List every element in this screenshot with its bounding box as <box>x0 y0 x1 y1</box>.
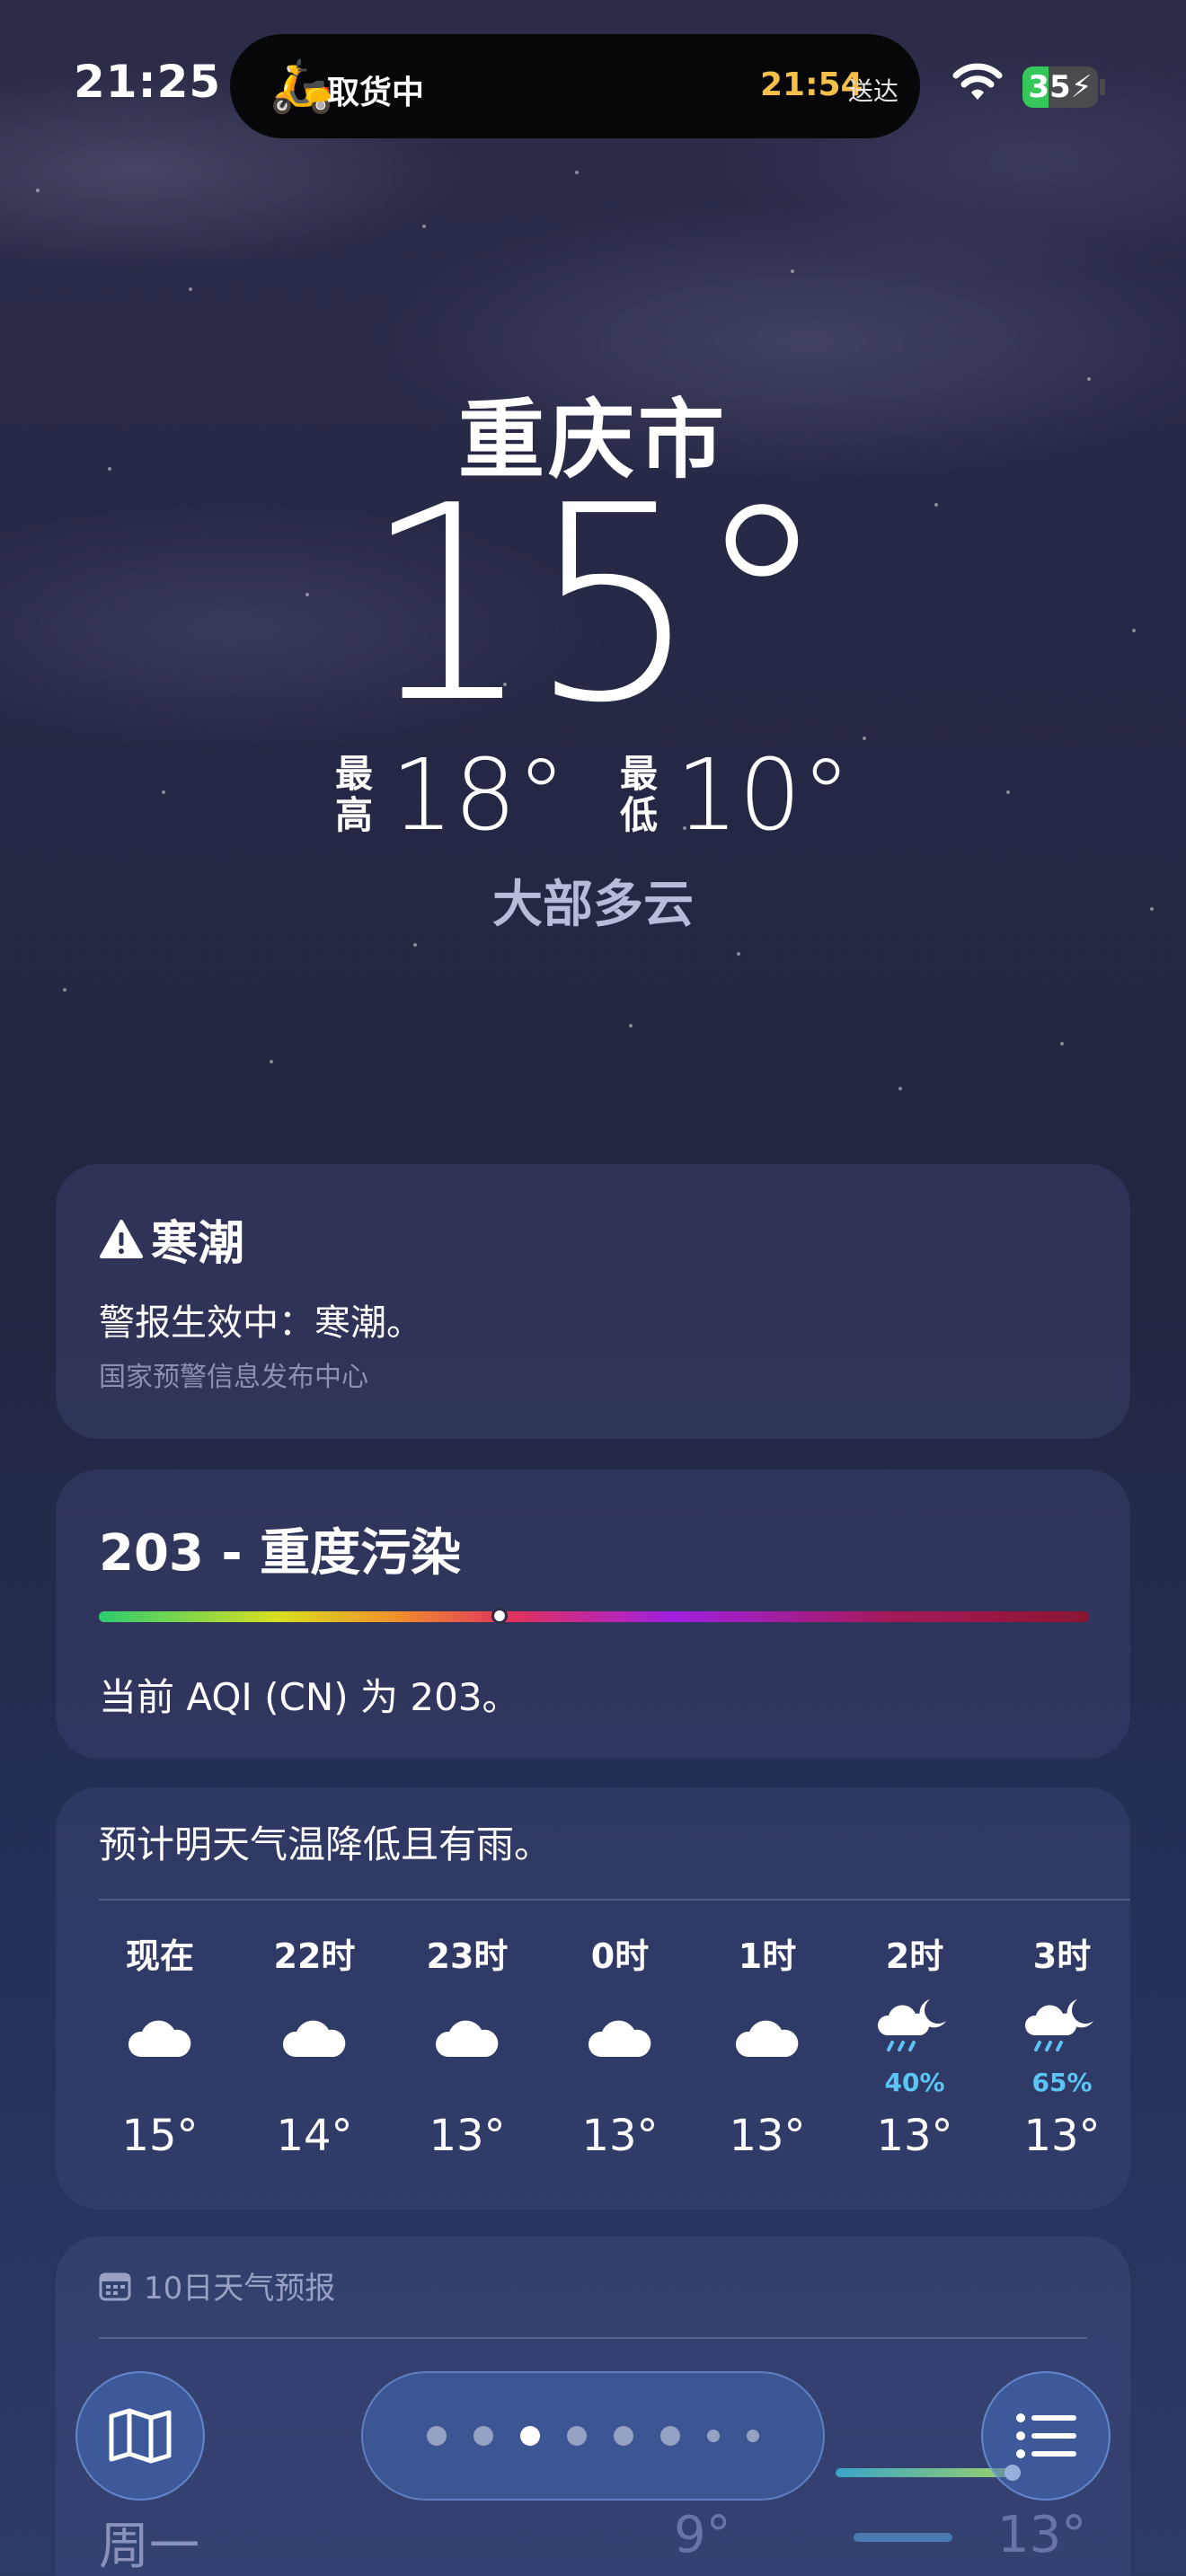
wifi-icon <box>952 63 1003 100</box>
hour-item: 现在 15° <box>88 1931 232 2161</box>
list-icon <box>1016 2413 1076 2458</box>
severe-weather-alert-card[interactable]: 寒潮 警报生效中：寒潮。 国家预警信息发布中心 <box>56 1164 1130 1439</box>
live-activity-status: 取货中 <box>327 75 425 111</box>
high-temperature: 18° <box>391 737 566 852</box>
ten-day-title: 10日天气预报 <box>99 2263 335 2307</box>
hour-item: 23时 13° <box>395 1931 539 2161</box>
page-dot[interactable] <box>707 2430 720 2442</box>
aqi-title: 203 - 重度污染 <box>99 1524 462 1583</box>
day-high-temp: 13° <box>997 2506 1087 2564</box>
aqi-description: 当前 AQI (CN) 为 203。 <box>99 1675 520 1719</box>
hour-item: 3时 65% 13° <box>990 1931 1134 2161</box>
day-label: 周一 <box>99 2518 199 2576</box>
page-dot[interactable] <box>474 2426 493 2446</box>
battery-level-text: 35⚡ <box>1028 69 1093 105</box>
cloud-moon-rain-icon: 40% <box>843 1994 987 2097</box>
cloud-icon <box>395 1994 539 2084</box>
cloud-icon <box>695 1994 839 2084</box>
divider <box>99 1899 1130 1901</box>
hour-item: 2时 40% 13° <box>843 1931 987 2161</box>
high-low-temperatures: 最 高 18° 最 低 10° <box>0 745 1186 844</box>
divider <box>99 2337 1087 2339</box>
page-dot[interactable] <box>614 2426 633 2446</box>
map-button[interactable] <box>75 2371 205 2501</box>
cloud-icon <box>88 1994 232 2084</box>
battery-tip <box>1100 79 1105 95</box>
page-dot[interactable] <box>567 2426 587 2446</box>
cloud-icon <box>243 1994 386 2084</box>
high-caption: 最 高 <box>335 752 374 837</box>
ten-day-row[interactable]: 周一 9° 13° <box>99 2465 1087 2576</box>
hour-item: 1时 13° <box>695 1931 839 2161</box>
precipitation-chance: 65% <box>1031 2068 1093 2097</box>
charging-bolt-icon: ⚡ <box>1070 69 1093 105</box>
alert-source: 国家预警信息发布中心 <box>99 1362 368 1393</box>
page-dot[interactable] <box>427 2426 447 2446</box>
warning-triangle-icon <box>100 1219 143 1258</box>
low-caption: 最 低 <box>620 752 659 837</box>
status-bar-time: 21:25 <box>74 56 222 108</box>
hourly-summary: 预计明天气温降低且有雨。 <box>99 1822 553 1866</box>
page-dot[interactable] <box>660 2426 680 2446</box>
current-temperature: 15° <box>362 448 829 762</box>
page-dot[interactable] <box>747 2430 759 2442</box>
location-page-indicator[interactable] <box>361 2371 825 2501</box>
hourly-forecast-card[interactable]: 预计明天气温降低且有雨。 现在 15° 22时 14° 23时 13° 0时 1… <box>56 1787 1130 2210</box>
map-icon <box>109 2408 172 2464</box>
cloud-icon <box>548 1994 692 2084</box>
precipitation-chance: 40% <box>884 2068 945 2097</box>
alert-title: 寒潮 <box>99 1205 244 1273</box>
weather-condition: 大部多云 <box>492 876 694 934</box>
alert-text: 警报生效中：寒潮。 <box>99 1302 422 1344</box>
battery-indicator: 35⚡ <box>1022 66 1098 108</box>
cloud-moon-rain-icon: 65% <box>990 1994 1134 2097</box>
live-activity-eta-label: 送达 <box>848 76 899 106</box>
location-list-button[interactable] <box>981 2371 1111 2501</box>
page-dot-active[interactable] <box>520 2426 540 2446</box>
day-low-temp: 9° <box>674 2506 731 2564</box>
hour-item: 0时 13° <box>548 1931 692 2161</box>
aqi-scale-bar <box>99 1611 1089 1622</box>
calendar-icon <box>99 2272 131 2300</box>
low-temperature: 10° <box>676 737 851 852</box>
hour-item: 22时 14° <box>243 1931 386 2161</box>
temperature-range-bar <box>854 2533 952 2542</box>
temperature-range-bar <box>836 2468 1015 2477</box>
delivery-scooter-icon: 🛵 <box>270 55 335 116</box>
air-quality-card[interactable]: 203 - 重度污染 当前 AQI (CN) 为 203。 <box>56 1469 1130 1759</box>
dynamic-island-live-activity[interactable]: 🛵 取货中 21:54 送达 <box>230 34 920 138</box>
